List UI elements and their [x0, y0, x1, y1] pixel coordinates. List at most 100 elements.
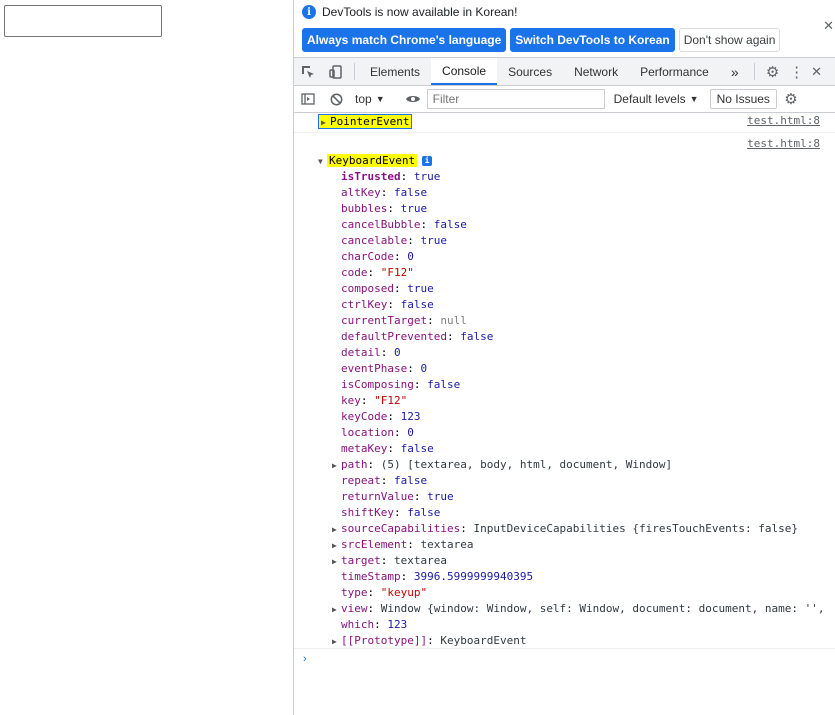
property-row[interactable]: ▶ srcElement: textarea — [332, 537, 473, 553]
switch-language-button[interactable]: Switch DevTools to Korean — [510, 28, 675, 52]
property-value: false — [460, 330, 494, 343]
source-link[interactable]: test.html:8 — [747, 114, 820, 127]
property-row: ctrlKey: false — [341, 297, 434, 313]
property-row[interactable]: ▶ [[Prototype]]: KeyboardEvent — [332, 633, 526, 649]
expand-triangle-icon: ▶ — [332, 461, 337, 470]
property-separator: : — [427, 314, 441, 327]
keyboard-event-object[interactable]: ▼ KeyboardEvent i — [318, 153, 433, 170]
console-toolbar: top ▼ Default levels ▼ No Issues ⚙ — [294, 86, 835, 113]
property-key: [[Prototype]] — [341, 634, 428, 647]
property-separator: : — [393, 426, 408, 439]
toolbar-divider — [354, 63, 355, 80]
property-row: detail: 0 — [341, 345, 401, 361]
property-row: cancelable: true — [341, 233, 447, 249]
property-key: key — [341, 394, 361, 407]
more-options-icon[interactable]: ⋮ — [787, 58, 807, 85]
close-infobar-icon[interactable]: ✕ — [823, 18, 834, 34]
property-separator: : — [393, 250, 408, 263]
property-row: cancelBubble: false — [341, 217, 467, 233]
close-devtools-icon[interactable]: ✕ — [807, 58, 827, 85]
property-row: charCode: 0 — [341, 249, 414, 265]
issues-button[interactable]: No Issues — [709, 89, 777, 109]
property-key: srcElement — [341, 538, 408, 551]
more-tabs-icon[interactable]: » — [720, 58, 750, 85]
property-separator: : — [367, 266, 381, 279]
device-toolbar-icon[interactable] — [322, 58, 350, 85]
property-separator: : — [427, 634, 441, 647]
source-link[interactable]: test.html:8 — [747, 137, 820, 150]
property-value: Window {window: Window, self: Window, do… — [380, 602, 825, 615]
property-separator: : — [360, 394, 375, 407]
property-separator: : — [387, 202, 401, 215]
property-separator: : — [367, 602, 381, 615]
dropdown-arrow-icon: ▼ — [689, 94, 699, 104]
live-expression-eye-icon[interactable] — [399, 94, 427, 104]
property-row: which: 123 — [341, 617, 407, 633]
toolbar-divider — [753, 63, 755, 80]
show-sidebar-icon[interactable] — [294, 93, 322, 105]
pointer-event-object[interactable]: ▶ PointerEvent — [318, 114, 413, 129]
property-value: true — [407, 282, 434, 295]
property-key: shiftKey — [341, 506, 394, 519]
property-row: eventPhase: 0 — [341, 361, 427, 377]
dont-show-again-button[interactable]: Don't show again — [678, 28, 781, 52]
property-value: "F12" — [380, 266, 414, 279]
property-row[interactable]: ▶ path: (5) [textarea, body, html, docume… — [332, 457, 672, 473]
tab-elements[interactable]: Elements — [359, 58, 431, 85]
property-row: isComposing: false — [341, 377, 460, 393]
property-separator: : — [420, 218, 434, 231]
filter-input[interactable] — [426, 89, 605, 109]
context-selector[interactable]: top ▼ — [350, 92, 390, 106]
expand-triangle-icon: ▶ — [321, 118, 326, 127]
property-row[interactable]: ▶ target: textarea — [332, 553, 447, 569]
property-key: view — [341, 602, 368, 615]
property-value: false — [394, 186, 428, 199]
property-row: repeat: false — [341, 473, 427, 489]
property-row: bubbles: true — [341, 201, 427, 217]
tab-network[interactable]: Network — [563, 58, 629, 85]
property-value: textarea — [420, 538, 474, 551]
log-levels-selector[interactable]: Default levels ▼ — [609, 92, 704, 106]
property-row: location: 0 — [341, 425, 414, 441]
property-value: false — [433, 218, 467, 231]
property-key: timeStamp — [341, 570, 401, 583]
property-row: type: "keyup" — [341, 585, 427, 601]
property-row: shiftKey: false — [341, 505, 440, 521]
property-key: charCode — [341, 250, 394, 263]
inspect-element-icon[interactable] — [294, 58, 322, 85]
console-message-pointer-event: ▶ PointerEvent test.html:8 — [294, 110, 835, 133]
console-prompt[interactable]: › — [294, 648, 835, 669]
match-language-button[interactable]: Always match Chrome's language — [302, 28, 507, 52]
tab-performance[interactable]: Performance — [629, 58, 720, 85]
property-row[interactable]: ▶ view: Window {window: Window, self: Win… — [332, 601, 824, 617]
tab-console[interactable]: Console — [431, 58, 498, 85]
property-row[interactable]: ▶ sourceCapabilities: InputDeviceCapabili… — [332, 521, 798, 537]
devtools-panel: i DevTools is now available in Korean! A… — [293, 0, 835, 715]
property-key: eventPhase — [341, 362, 408, 375]
property-value: "F12" — [374, 394, 408, 407]
property-value: true — [420, 234, 447, 247]
property-value: false — [394, 474, 428, 487]
expand-triangle-icon: ▶ — [332, 557, 337, 566]
property-separator: : — [460, 522, 474, 535]
property-separator: : — [407, 538, 421, 551]
property-key: metaKey — [341, 442, 388, 455]
settings-gear-icon[interactable]: ⚙ — [759, 58, 787, 85]
dropdown-arrow-icon: ▼ — [375, 94, 385, 104]
language-infobar: i DevTools is now available in Korean! A… — [294, 0, 835, 58]
property-key: cancelBubble — [341, 218, 421, 231]
property-key: cancelable — [341, 234, 408, 247]
page-textarea[interactable] — [4, 5, 162, 37]
property-row: defaultPrevented: false — [341, 329, 493, 345]
info-icon: i — [302, 5, 316, 19]
clear-console-icon[interactable] — [322, 93, 350, 106]
tab-sources[interactable]: Sources — [497, 58, 563, 85]
property-key: keyCode — [341, 410, 388, 423]
console-settings-gear-icon[interactable]: ⚙ — [777, 90, 805, 108]
property-key: type — [341, 586, 368, 599]
property-row: currentTarget: null — [341, 313, 467, 329]
property-separator: : — [387, 410, 401, 423]
property-value: 0 — [407, 426, 414, 439]
console-output: ▶ PointerEvent test.html:8 test.html:8 ▼ K… — [294, 110, 835, 715]
property-row: code: "F12" — [341, 265, 414, 281]
